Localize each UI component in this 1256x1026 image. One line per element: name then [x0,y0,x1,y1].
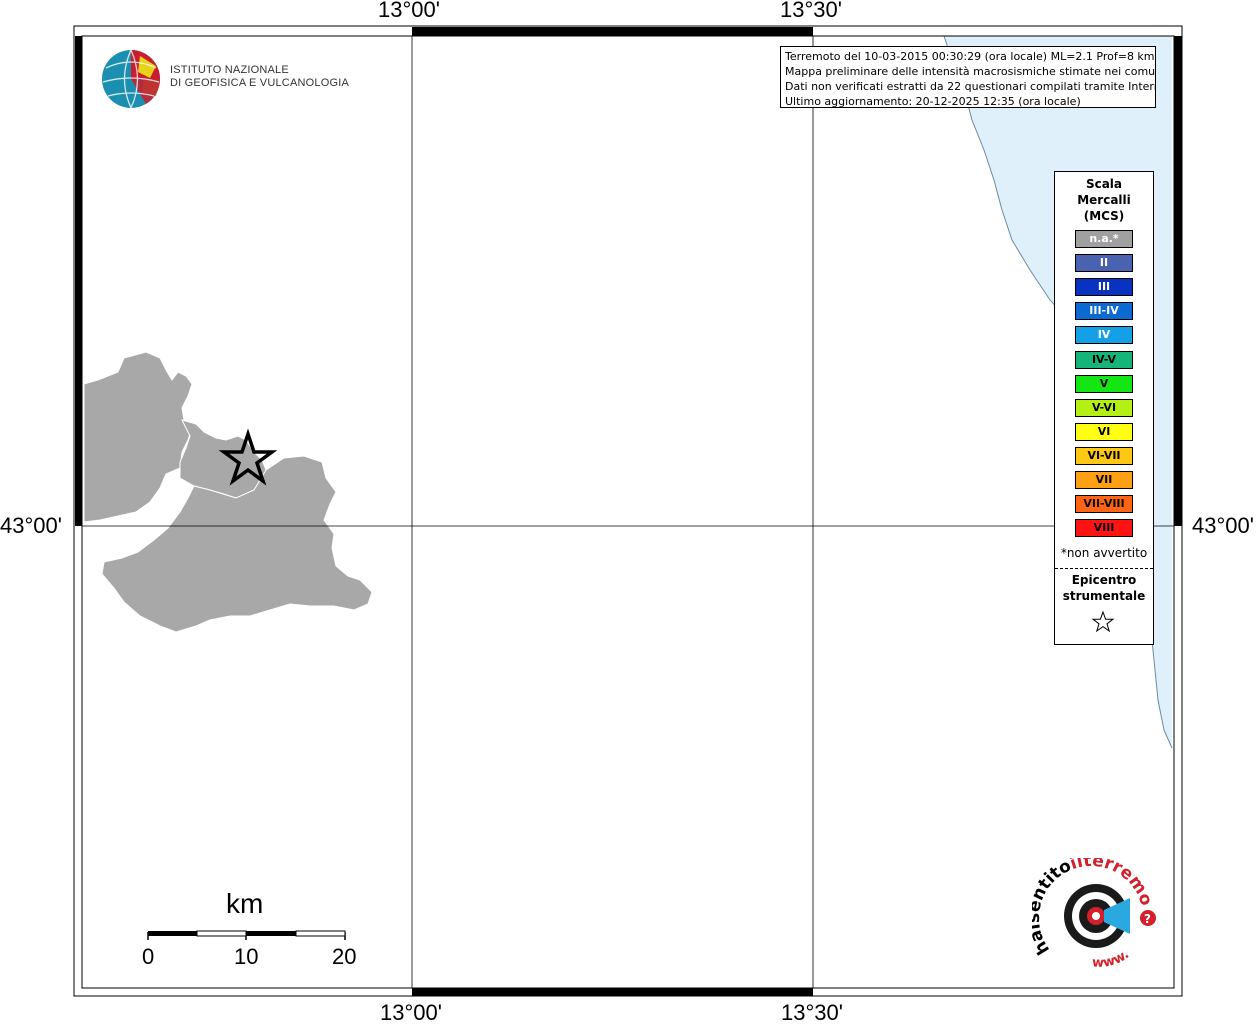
frame-bar-top [412,27,813,36]
legend-swatch-v: V [1075,374,1133,393]
ingv-logo-text: ISTITUTO NAZIONALE DI GEOFISICA E VULCAN… [170,64,349,90]
ingv-logo-line1: ISTITUTO NAZIONALE [170,64,289,76]
lat-label-right-43-00: 43°00' [1192,513,1254,538]
legend-swatch-vi: VI [1075,422,1133,441]
mcs-legend: Scala Mercalli (MCS) n.a.* II III III-IV IV I… [1054,171,1154,645]
legend-note: *non avvertito [1060,546,1148,560]
scale-bar-unit: km [226,888,264,919]
legend-swatch-vii: VII [1075,471,1133,489]
lon-label-top-13-30: 13°30' [780,0,842,22]
legend-star-icon [1091,610,1115,633]
event-info-line4: Ultimo aggiornamento: 20-12-2025 12:35 (… [785,95,1081,108]
frame-bar-bottom [412,988,813,996]
legend-swatch-vii-viii: VII-VIII [1075,495,1133,514]
scale-bar-tick-0: 0 [142,944,155,969]
legend-swatch-iv-v: IV-V [1075,350,1133,369]
legend-epicentre-line2: strumentale [1062,589,1146,603]
frame-bar-left [75,36,82,526]
legend-swatch-iii-iv: III-IV [1075,302,1133,321]
ingv-globe-icon [102,49,161,109]
legend-swatch-ii: II [1075,254,1133,273]
legend-title: Scala Mercalli (MCS) [1055,176,1153,224]
hsit-question: ? [1144,912,1151,926]
legend-epicentre-label: Epicentro strumentale [1055,572,1153,604]
event-info-line1: Terremoto del 10-03-2015 00:30:29 (ora l… [785,50,1155,63]
lon-label-top-13-00: 13°00' [378,0,440,22]
legend-swatch-iv: IV [1075,326,1133,345]
legend-swatch-v-vi: V-VI [1075,398,1133,417]
municipality-north [179,419,267,499]
legend-title-line3: (MCS) [1083,209,1125,223]
lon-label-bottom-13-00: 13°00' [380,1000,442,1025]
event-info-line3: Dati non verificati estratti da 22 quest… [785,80,1156,93]
municipality-west [83,351,193,523]
legend-swatch-n-a: n.a.* [1075,230,1133,248]
legend-title-line2: Mercalli [1077,193,1131,207]
ingv-logo-line2: DI GEOFISICA E VULCANOLOGIA [170,77,349,89]
hsit-text-www: www. [1092,947,1132,971]
legend-divider [1055,568,1153,569]
scale-bar [147,930,346,940]
event-info-box: Terremoto del 10-03-2015 00:30:29 (ora l… [780,46,1156,108]
event-info-line2: Mappa preliminare delle intensità macros… [785,65,1156,78]
legend-swatch-viii: VIII [1075,519,1133,538]
legend-swatch-vi-vii: VI-VII [1075,446,1133,465]
svg-text:www.: www. [1092,947,1132,971]
legend-epicentre-line1: Epicentro [1071,573,1137,587]
legend-title-line1: Scala [1085,177,1123,191]
haisentito-logo-icon: ? haisentitoilterremoto.it www. [1032,858,1156,971]
intensity-map: 13°00' 13°30' 13°00' 13°30' 43°00' 43°00… [0,0,1256,1025]
scale-bar-tick-20: 20 [332,944,357,969]
scale-bar-tick-10: 10 [234,944,259,969]
legend-swatch-iii: III [1075,278,1133,297]
frame-bar-right [1174,36,1182,526]
lon-label-bottom-13-30: 13°30' [781,1000,843,1025]
lat-label-left-43-00: 43°00' [0,513,62,538]
